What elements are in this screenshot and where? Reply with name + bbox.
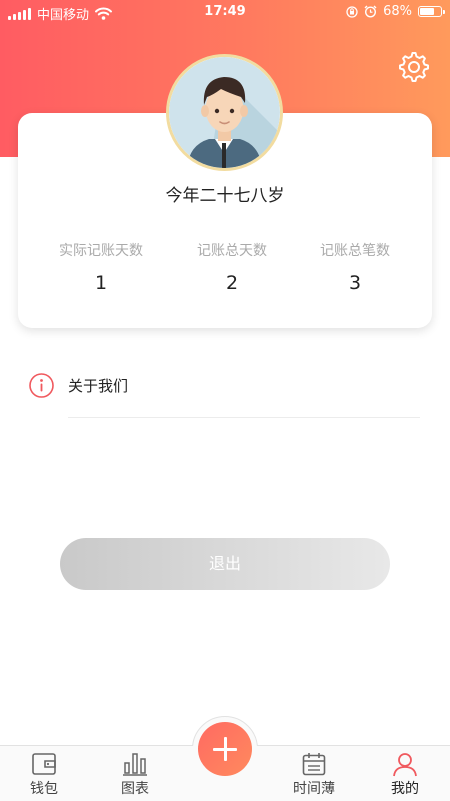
- orientation-lock-icon: [346, 5, 358, 18]
- stat-value-actual-days: 1: [94, 272, 108, 294]
- stat-value-total-entries: 3: [348, 272, 362, 294]
- tab-mine-label: 我的: [391, 781, 419, 797]
- settings-gear-icon[interactable]: [397, 50, 431, 84]
- tab-wallet[interactable]: 钱包: [9, 751, 79, 798]
- person-icon: [393, 753, 417, 777]
- battery-percent: 68%: [383, 4, 412, 19]
- chart-icon: [123, 753, 147, 776]
- tab-wallet-label: 钱包: [30, 781, 58, 797]
- stat-label-total-entries: 记账总笔数: [320, 243, 390, 259]
- avatar[interactable]: [166, 54, 283, 171]
- tab-calendar[interactable]: 时间薄: [279, 751, 349, 798]
- add-record-button[interactable]: [198, 722, 252, 776]
- wallet-icon: [32, 753, 56, 775]
- tab-chart-label: 图表: [121, 781, 149, 797]
- stat-label-actual-days: 实际记账天数: [59, 243, 143, 259]
- status-bar: 中国移动 17:49 68%: [0, 0, 450, 24]
- avatar-illustration: [169, 57, 280, 168]
- status-right: 68%: [346, 4, 445, 19]
- age-text: 今年二十七八岁: [165, 186, 285, 206]
- tab-chart[interactable]: 图表: [100, 751, 170, 798]
- logout-button[interactable]: 退出: [60, 538, 390, 590]
- about-us-row[interactable]: 关于我们: [0, 360, 450, 418]
- battery-icon: [418, 6, 445, 17]
- alarm-icon: [364, 5, 377, 18]
- divider: [68, 417, 420, 418]
- tab-mine[interactable]: 我的: [370, 751, 440, 798]
- stat-label-total-days: 记账总天数: [197, 243, 267, 259]
- stat-value-total-days: 2: [225, 272, 239, 294]
- about-us-label: 关于我们: [68, 377, 129, 395]
- info-icon: [29, 373, 54, 398]
- calendar-icon: [302, 753, 326, 776]
- tab-calendar-label: 时间薄: [293, 781, 335, 797]
